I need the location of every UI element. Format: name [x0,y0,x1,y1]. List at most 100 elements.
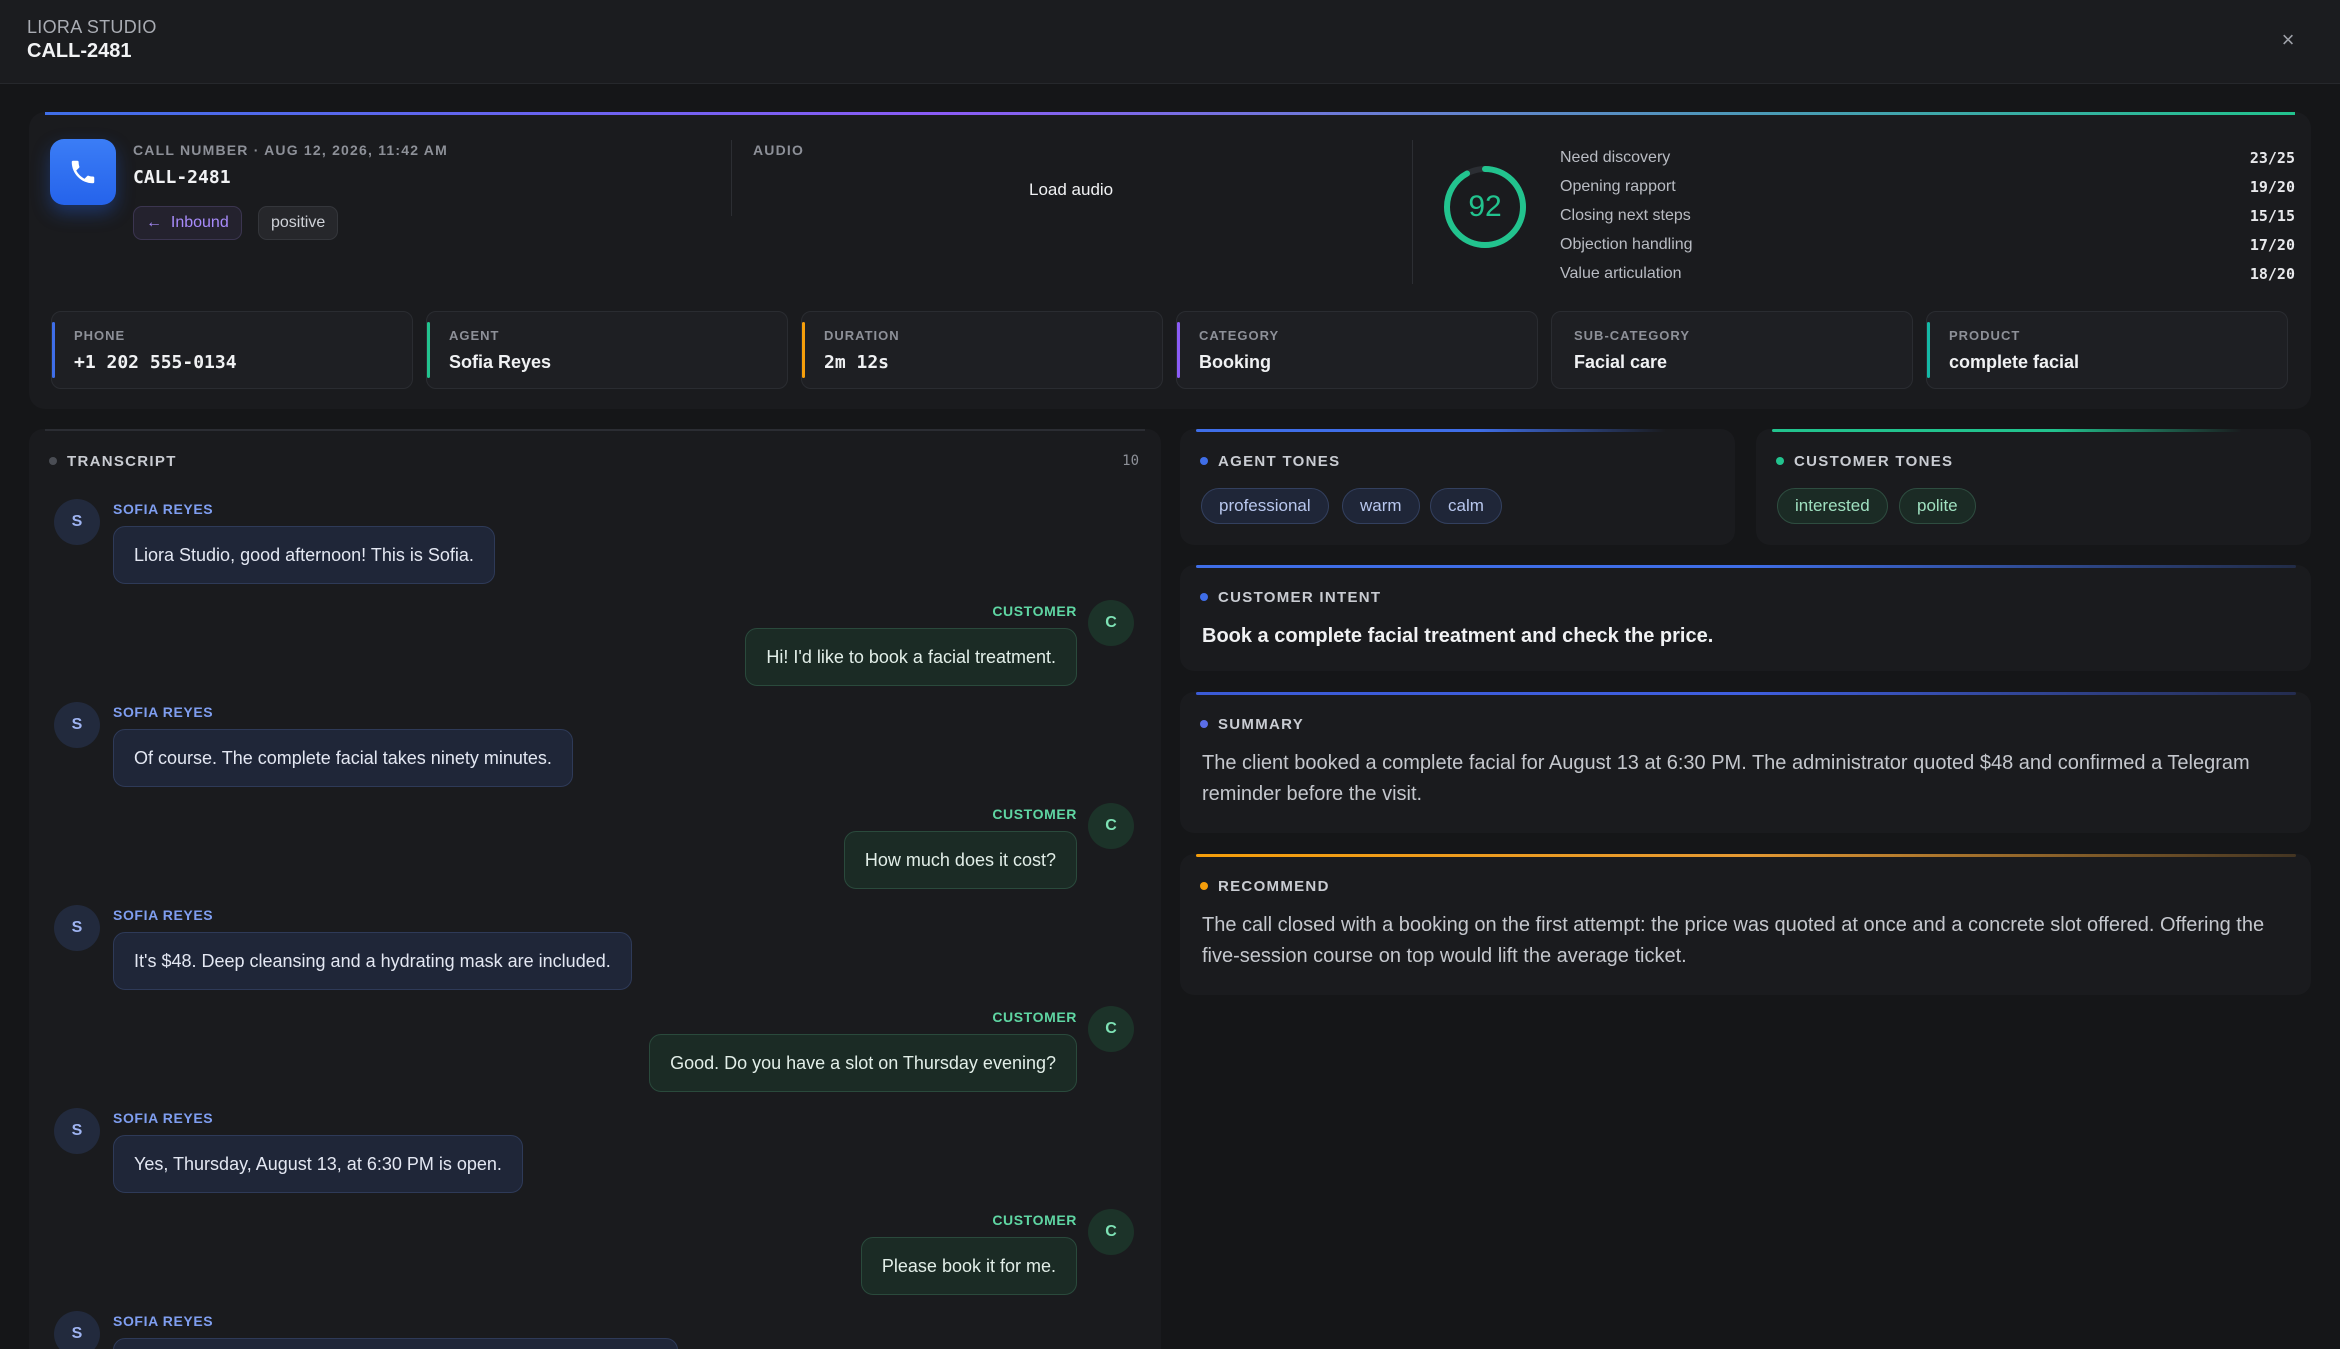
customer-avatar: C [1088,1006,1134,1052]
message-bubble: Hi! I'd like to book a facial treatment. [745,628,1077,686]
message-bubble: Yes, Thursday, August 13, at 6:30 PM is … [113,1135,523,1193]
recommend-text: The call closed with a booking on the fi… [1202,914,2265,967]
info-value: +1 202 555-0134 [74,352,237,373]
customer-intent-panel: CUSTOMER INTENT Book a complete facial t… [1180,565,2311,671]
message-bubble: Good. Do you have a slot on Thursday eve… [649,1034,1077,1092]
score-row: Need discovery 23/25 [1560,149,2295,173]
info-card-phone: PHONE +1 202 555-0134 [51,311,413,389]
agent-avatar: S [54,499,100,545]
customer-intent-text: Book a complete facial treatment and che… [1202,625,1714,647]
agent-tone-tag: warm [1342,488,1420,524]
info-value: complete facial [1949,352,2080,372]
message-speaker: SOFIA REYES [113,1313,214,1329]
message-speaker: SOFIA REYES [113,907,214,923]
message-bubble: Please book it for me. [860,1237,1077,1295]
customer-tones-panel: CUSTOMER TONES interested polite [1756,429,2311,545]
recommend-title: RECOMMEND [1218,878,1330,895]
panel-top-line [1196,692,2296,695]
customer-intent-title: CUSTOMER INTENT [1218,589,1382,606]
info-accent [802,322,805,378]
score-label: Objection handling [1560,236,1693,253]
score-value: 23/25 [2249,149,2295,167]
message-bubble [113,1338,678,1349]
info-accent [1552,322,1555,378]
score-value: 19/20 [2249,178,2295,196]
message-bubble: Of course. The complete facial takes nin… [113,729,573,787]
agent-tones-title: AGENT TONES [1218,453,1341,470]
panel-top-line [1196,854,2296,857]
score-row: Value articulation 18/20 [1560,265,2295,289]
info-card-category: CATEGORY Booking [1176,311,1538,389]
direction-badge: ← Inbound [133,206,242,240]
info-label: PRODUCT [1949,328,2021,343]
agent-avatar: S [54,702,100,748]
summary-heading: SUMMARY [1200,716,1304,733]
message-speaker: SOFIA REYES [113,704,214,720]
score-value: 18/20 [2249,265,2295,283]
info-label: SUB-CATEGORY [1574,328,1690,343]
dot-icon [1200,593,1208,601]
divider [731,140,732,216]
panel-top-line [45,429,1145,431]
recommend-heading: RECOMMEND [1200,878,1330,895]
divider [1412,140,1413,284]
call-number: CALL-2481 [133,167,231,188]
customer-tones-heading: CUSTOMER TONES [1776,453,1953,470]
dot-icon [1200,457,1208,465]
close-button[interactable]: × [2274,26,2302,54]
summary-text: The client booked a complete facial for … [1202,752,2250,805]
info-accent [1177,322,1180,378]
message-speaker: SOFIA REYES [113,501,214,517]
message-count: 10 [1122,453,1139,469]
agent-avatar: S [54,1108,100,1154]
customer-intent-heading: CUSTOMER INTENT [1200,589,1381,606]
info-card-duration: DURATION 2m 12s [801,311,1163,389]
customer-tones-title: CUSTOMER TONES [1794,453,1954,470]
dot-icon [1200,720,1208,728]
recommend-panel: RECOMMEND The call closed with a booking… [1180,854,2311,995]
info-label: AGENT [449,328,500,343]
agent-tones-heading: AGENT TONES [1200,453,1340,470]
page-title: CALL-2481 [27,40,132,62]
summary-title: SUMMARY [1218,716,1305,733]
customer-tone-tag: polite [1899,488,1976,524]
info-label: PHONE [74,328,126,343]
arrow-left-icon: ← [146,214,162,231]
direction-label: Inbound [170,214,229,231]
summary-panel: SUMMARY The client booked a complete fac… [1180,692,2311,833]
transcript-heading: TRANSCRIPT [49,453,177,470]
panel-top-line [1196,429,1666,432]
info-accent [52,322,55,378]
load-audio-button[interactable]: Load audio [1029,180,1113,200]
agent-tone-tag: calm [1430,488,1502,524]
audio-label: AUDIO [753,142,805,158]
message-bubble: Liora Studio, good afternoon! This is So… [113,526,495,584]
message-bubble: It's $48. Deep cleansing and a hydrating… [113,932,632,990]
score-value: 15/15 [2249,207,2295,225]
message-speaker: SOFIA REYES [113,1110,214,1126]
score-label: Opening rapport [1560,178,1676,195]
message-speaker: CUSTOMER [992,1212,1077,1228]
customer-avatar: C [1088,600,1134,646]
customer-avatar: C [1088,1209,1134,1255]
agent-avatar: S [54,1311,100,1349]
info-value: 2m 12s [824,352,890,373]
score-label: Value articulation [1560,265,1682,282]
info-label: DURATION [824,328,900,343]
score-row: Opening rapport 19/20 [1560,178,2295,202]
top-bar: LIORA STUDIO CALL-2481 × [0,0,2340,84]
info-value: Sofia Reyes [449,352,552,372]
info-card-sub-category: SUB-CATEGORY Facial care [1551,311,1913,389]
transcript-panel[interactable]: TRANSCRIPT 10 S SOFIA REYES Liora Studio… [29,429,1161,1349]
panel-top-line [1196,565,2296,568]
card-accent-line [45,112,2295,115]
dot-icon [1200,882,1208,890]
message-speaker: CUSTOMER [992,1009,1077,1025]
transcript-title: TRANSCRIPT [67,453,177,470]
score-row: Closing next steps 15/15 [1560,207,2295,231]
brand-name: LIORA STUDIO [27,17,157,37]
score-row: Objection handling 17/20 [1560,236,2295,260]
agent-avatar: S [54,905,100,951]
message-bubble: How much does it cost? [843,831,1077,889]
sentiment-badge: positive [258,206,339,240]
